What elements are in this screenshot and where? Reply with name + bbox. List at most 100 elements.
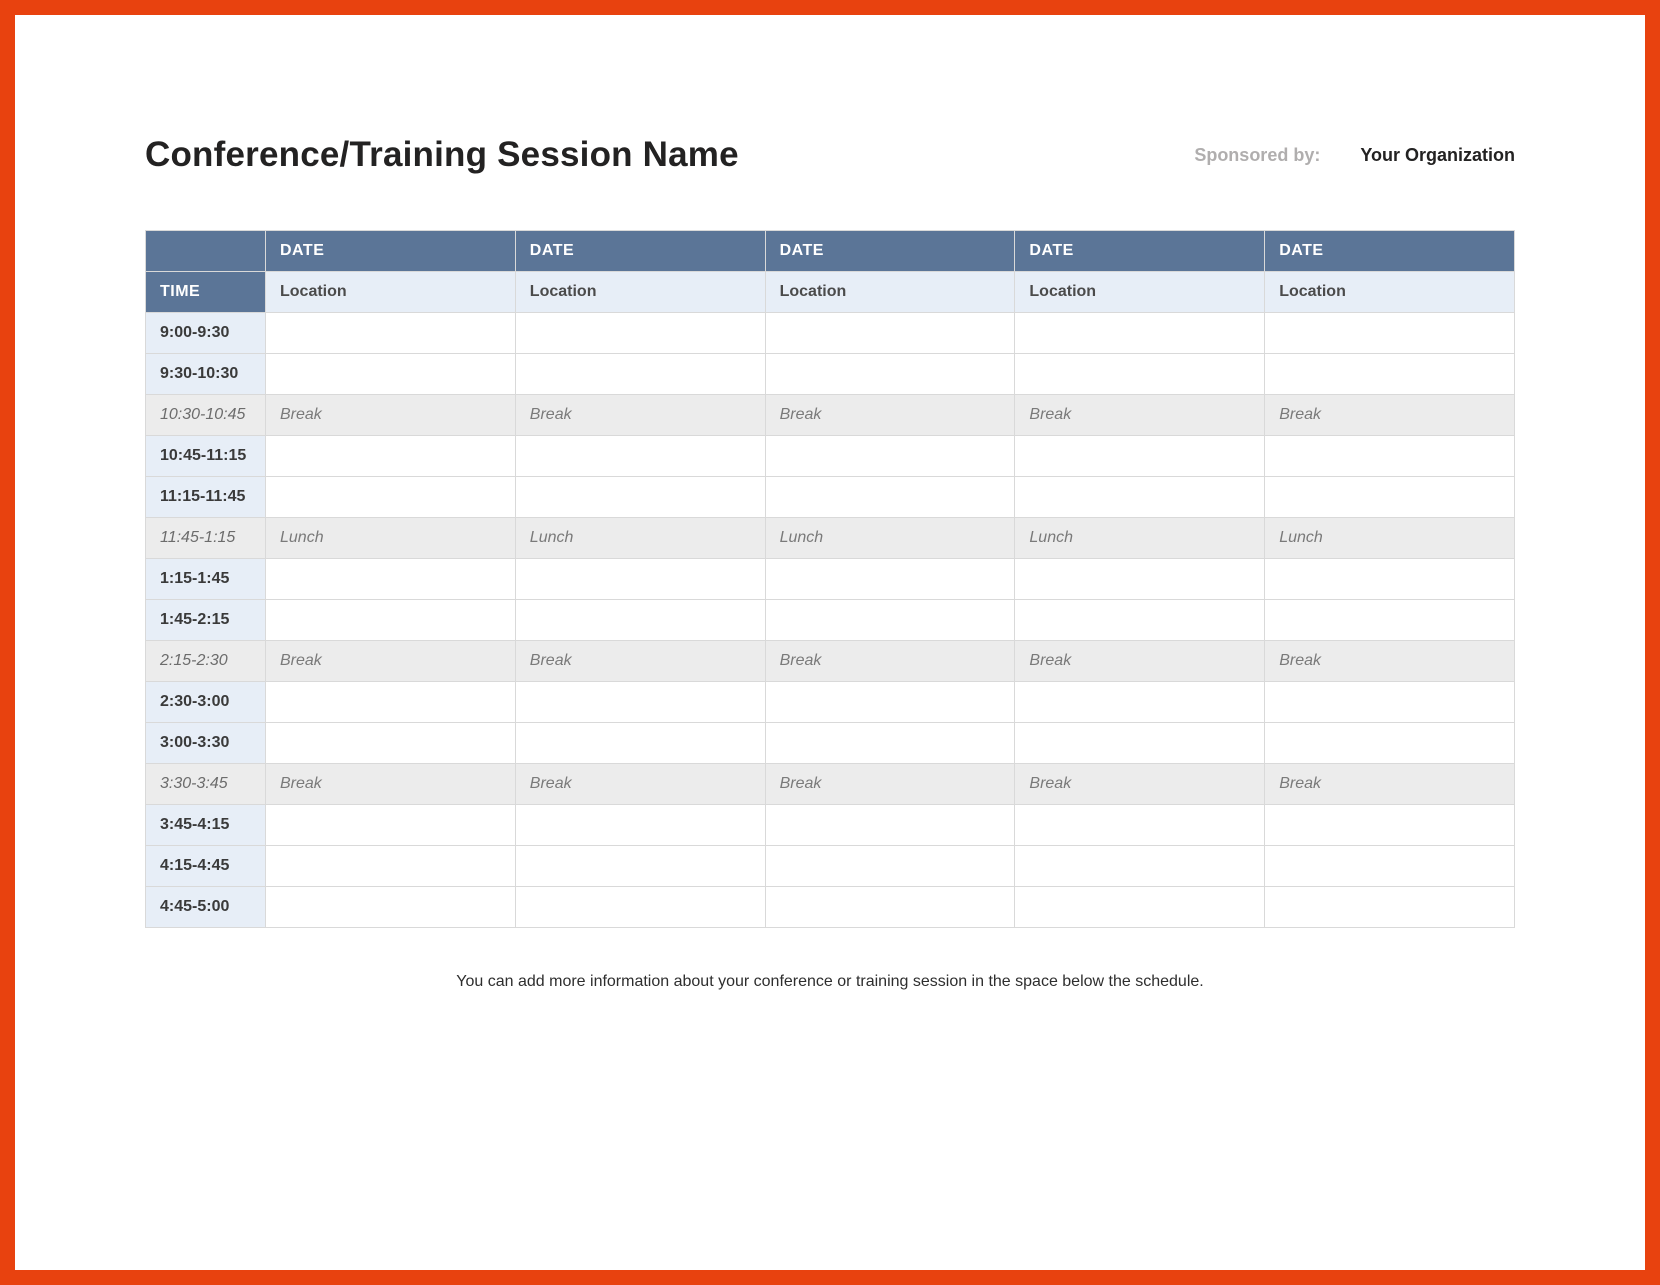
session-cell xyxy=(266,723,516,764)
session-cell: Lunch xyxy=(515,518,765,559)
session-cell: Break xyxy=(1265,395,1515,436)
session-cell: Lunch xyxy=(1265,518,1515,559)
location-header: Location xyxy=(765,272,1015,313)
time-cell: 9:30-10:30 xyxy=(146,354,266,395)
time-cell: 2:15-2:30 xyxy=(146,641,266,682)
session-cell xyxy=(1265,887,1515,928)
session-cell xyxy=(1015,436,1265,477)
table-row: 3:45-4:15 xyxy=(146,805,1515,846)
session-cell xyxy=(765,600,1015,641)
sponsor-block: Sponsored by: Your Organization xyxy=(1194,145,1515,166)
organization-name: Your Organization xyxy=(1360,145,1515,166)
table-row: 9:30-10:30 xyxy=(146,354,1515,395)
table-row: 2:30-3:00 xyxy=(146,682,1515,723)
session-cell: Break xyxy=(266,764,516,805)
table-row: 10:30-10:45BreakBreakBreakBreakBreak xyxy=(146,395,1515,436)
session-cell xyxy=(1265,354,1515,395)
session-cell xyxy=(266,846,516,887)
time-column-header: TIME xyxy=(146,272,266,313)
date-header: DATE xyxy=(765,231,1015,272)
table-row: 10:45-11:15 xyxy=(146,436,1515,477)
session-cell xyxy=(1015,313,1265,354)
table-row: 1:45-2:15 xyxy=(146,600,1515,641)
session-cell: Break xyxy=(765,641,1015,682)
session-cell xyxy=(515,600,765,641)
session-cell xyxy=(266,600,516,641)
session-cell xyxy=(1265,723,1515,764)
session-cell xyxy=(765,887,1015,928)
table-row: 9:00-9:30 xyxy=(146,313,1515,354)
time-cell: 10:30-10:45 xyxy=(146,395,266,436)
session-cell xyxy=(1015,354,1265,395)
session-cell xyxy=(765,477,1015,518)
session-cell xyxy=(266,313,516,354)
session-cell xyxy=(1265,477,1515,518)
header: Conference/Training Session Name Sponsor… xyxy=(145,135,1515,175)
time-cell: 2:30-3:00 xyxy=(146,682,266,723)
session-cell: Break xyxy=(765,395,1015,436)
time-cell: 10:45-11:15 xyxy=(146,436,266,477)
session-cell xyxy=(515,354,765,395)
session-cell: Break xyxy=(1015,764,1265,805)
session-cell: Break xyxy=(515,641,765,682)
session-cell xyxy=(266,682,516,723)
time-cell: 9:00-9:30 xyxy=(146,313,266,354)
schedule-body: 9:00-9:309:30-10:3010:30-10:45BreakBreak… xyxy=(146,313,1515,928)
session-cell xyxy=(1015,682,1265,723)
date-header: DATE xyxy=(1265,231,1515,272)
session-cell xyxy=(765,559,1015,600)
session-cell xyxy=(1015,887,1265,928)
session-cell xyxy=(515,559,765,600)
table-row: 1:15-1:45 xyxy=(146,559,1515,600)
time-cell: 4:45-5:00 xyxy=(146,887,266,928)
session-cell: Lunch xyxy=(1015,518,1265,559)
session-cell: Lunch xyxy=(266,518,516,559)
session-cell: Break xyxy=(515,395,765,436)
session-cell xyxy=(1015,600,1265,641)
session-cell xyxy=(765,313,1015,354)
session-cell: Break xyxy=(1265,764,1515,805)
session-cell xyxy=(266,477,516,518)
time-cell: 4:15-4:45 xyxy=(146,846,266,887)
session-cell: Break xyxy=(1015,395,1265,436)
session-cell: Break xyxy=(1015,641,1265,682)
session-cell xyxy=(266,436,516,477)
session-cell xyxy=(1015,477,1265,518)
schedule-table: DATE DATE DATE DATE DATE TIME Location L… xyxy=(145,230,1515,928)
time-cell: 11:15-11:45 xyxy=(146,477,266,518)
time-cell: 1:45-2:15 xyxy=(146,600,266,641)
time-cell: 3:45-4:15 xyxy=(146,805,266,846)
date-header: DATE xyxy=(266,231,516,272)
session-cell xyxy=(765,682,1015,723)
location-header: Location xyxy=(1265,272,1515,313)
document-page: Conference/Training Session Name Sponsor… xyxy=(0,0,1660,1285)
session-cell xyxy=(266,805,516,846)
session-cell xyxy=(266,354,516,395)
location-header-row: TIME Location Location Location Location… xyxy=(146,272,1515,313)
table-row: 4:45-5:00 xyxy=(146,887,1515,928)
session-cell xyxy=(1265,313,1515,354)
date-header: DATE xyxy=(515,231,765,272)
table-row: 3:30-3:45BreakBreakBreakBreakBreak xyxy=(146,764,1515,805)
date-header: DATE xyxy=(1015,231,1265,272)
session-cell xyxy=(765,354,1015,395)
time-cell: 1:15-1:45 xyxy=(146,559,266,600)
location-header: Location xyxy=(266,272,516,313)
sponsored-by-label: Sponsored by: xyxy=(1194,145,1320,166)
session-cell xyxy=(1015,559,1265,600)
header-corner-cell xyxy=(146,231,266,272)
session-cell xyxy=(765,846,1015,887)
session-cell xyxy=(515,682,765,723)
time-cell: 3:00-3:30 xyxy=(146,723,266,764)
session-cell xyxy=(765,723,1015,764)
session-cell: Break xyxy=(765,764,1015,805)
session-cell: Break xyxy=(266,395,516,436)
session-cell xyxy=(765,805,1015,846)
session-cell xyxy=(1265,682,1515,723)
session-cell xyxy=(515,846,765,887)
session-cell xyxy=(515,887,765,928)
table-row: 4:15-4:45 xyxy=(146,846,1515,887)
date-header-row: DATE DATE DATE DATE DATE xyxy=(146,231,1515,272)
session-cell: Break xyxy=(515,764,765,805)
time-cell: 3:30-3:45 xyxy=(146,764,266,805)
